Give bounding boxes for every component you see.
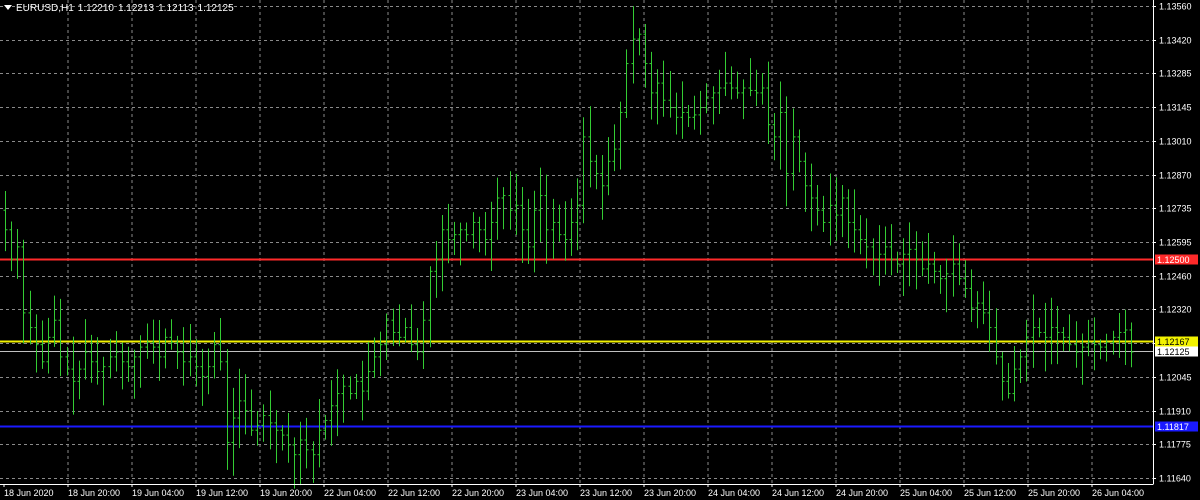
- x-tick-label: 22 Jun 20:00: [452, 488, 504, 498]
- y-tick-label: 1.13285: [1159, 69, 1192, 79]
- level-tag-label: 1.12167: [1157, 337, 1190, 347]
- y-tick-label: 1.13145: [1159, 103, 1192, 113]
- x-tick-label: 19 Jun 12:00: [196, 488, 248, 498]
- ohlc-high: 1.12213: [117, 3, 155, 14]
- y-tick-label: 1.13560: [1159, 2, 1192, 12]
- x-tick-label: 22 Jun 04:00: [324, 488, 376, 498]
- x-tick-label: 19 Jun 04:00: [132, 488, 184, 498]
- y-tick-label: 1.13420: [1159, 36, 1192, 46]
- x-tick-label: 23 Jun 04:00: [516, 488, 568, 498]
- chevron-down-icon[interactable]: [4, 5, 12, 10]
- x-tick-label: 23 Jun 12:00: [580, 488, 632, 498]
- ohlc-open: 1.12210: [77, 3, 114, 14]
- y-tick-label: 1.11910: [1159, 407, 1191, 417]
- level-tag-label: 1.12125: [1157, 347, 1190, 357]
- symbol-label: EURUSD,H1: [16, 3, 74, 14]
- x-tick-label: 22 Jun 12:00: [388, 488, 440, 498]
- x-tick-label: 18 Jun 2020: [4, 488, 54, 498]
- x-tick-label: 19 Jun 20:00: [260, 488, 312, 498]
- y-tick-label: 1.12460: [1159, 272, 1192, 282]
- price-axis: 1.13560 1.13420 1.13285 1.13145 1.13010 1.128…: [1153, 2, 1192, 484]
- x-tick-label: 26 Jun 04:00: [1092, 488, 1144, 498]
- x-tick-label: 24 Jun 12:00: [772, 488, 824, 498]
- y-tick-label: 1.12735: [1159, 204, 1192, 214]
- y-tick-label: 1.12045: [1159, 373, 1192, 383]
- x-tick-label: 23 Jun 20:00: [644, 488, 696, 498]
- x-tick-label: 18 Jun 20:00: [68, 488, 120, 498]
- y-tick-label: 1.11775: [1159, 440, 1191, 450]
- y-tick-label: 1.12320: [1159, 305, 1192, 315]
- x-tick-label: 24 Jun 20:00: [836, 488, 888, 498]
- y-tick-label: 1.12870: [1159, 171, 1192, 181]
- ohlc-close: 1.12125: [197, 3, 234, 14]
- x-tick-label: 25 Jun 20:00: [1028, 488, 1080, 498]
- level-tag-label: 1.11817: [1157, 422, 1189, 432]
- chart-header: EURUSD,H1 1.12210 1.12213 1.12113 1.12125: [4, 3, 238, 14]
- chart-background: [0, 0, 1200, 500]
- x-tick-label: 24 Jun 04:00: [708, 488, 760, 498]
- y-tick-label: 1.11640: [1159, 474, 1191, 484]
- x-tick-label: 25 Jun 04:00: [900, 488, 952, 498]
- x-tick-label: 25 Jun 12:00: [964, 488, 1016, 498]
- ohlc-low: 1.12113: [158, 3, 194, 14]
- y-tick-label: 1.12595: [1159, 238, 1192, 248]
- level-tag-label: 1.12500: [1157, 255, 1190, 265]
- price-chart[interactable]: 1.13560 1.13420 1.13285 1.13145 1.13010 1.128…: [0, 0, 1200, 500]
- y-tick-label: 1.13010: [1159, 137, 1192, 147]
